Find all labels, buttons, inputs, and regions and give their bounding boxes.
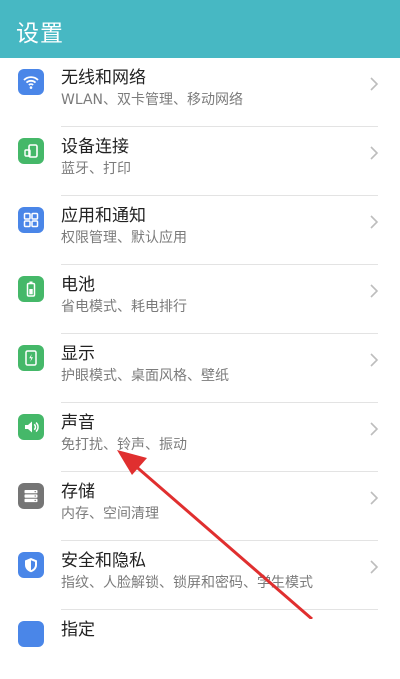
settings-item-subtitle: 免打扰、铃声、振动 — [61, 437, 187, 453]
settings-item-subtitle: WLAN、双卡管理、移动网络 — [61, 92, 244, 108]
settings-item-partial[interactable]: 指定 — [0, 610, 400, 679]
page-title: 设置 — [16, 21, 64, 47]
shield-icon — [18, 552, 44, 578]
settings-item-label: 无线和网络 — [61, 68, 146, 88]
settings-item-security-privacy[interactable]: 安全和隐私 指纹、人脸解锁、锁屏和密码、学生模式 — [0, 541, 400, 610]
settings-item-label: 声音 — [61, 413, 95, 433]
settings-item-subtitle: 蓝牙、打印 — [61, 161, 131, 177]
chevron-right-icon — [370, 77, 379, 91]
battery-icon — [18, 276, 44, 302]
wifi-icon — [18, 69, 44, 95]
settings-item-device-connection[interactable]: 设备连接 蓝牙、打印 — [0, 127, 400, 196]
settings-item-label: 存储 — [61, 482, 95, 502]
chevron-right-icon — [370, 284, 379, 298]
settings-item-subtitle: 权限管理、默认应用 — [61, 230, 187, 246]
chevron-right-icon — [370, 422, 379, 436]
device-connect-icon — [18, 138, 44, 164]
apps-grid-icon — [18, 207, 44, 233]
chevron-right-icon — [370, 491, 379, 505]
settings-item-apps-notifications[interactable]: 应用和通知 权限管理、默认应用 — [0, 196, 400, 265]
settings-item-battery[interactable]: 电池 省电模式、耗电排行 — [0, 265, 400, 334]
settings-item-label: 电池 — [61, 275, 95, 295]
speaker-icon — [18, 414, 44, 440]
settings-item-subtitle: 内存、空间清理 — [61, 506, 159, 522]
settings-item-label: 显示 — [61, 344, 95, 364]
settings-item-display[interactable]: 显示 护眼模式、桌面风格、壁纸 — [0, 334, 400, 403]
settings-item-subtitle: 指纹、人脸解锁、锁屏和密码、学生模式 — [61, 575, 313, 591]
settings-item-label: 设备连接 — [61, 137, 129, 157]
chevron-right-icon — [370, 560, 379, 574]
next-item-icon — [18, 621, 44, 647]
settings-item-label: 应用和通知 — [61, 206, 146, 226]
chevron-right-icon — [370, 353, 379, 367]
settings-item-subtitle: 省电模式、耗电排行 — [61, 299, 187, 315]
settings-list: 无线和网络 WLAN、双卡管理、移动网络 设备连接 蓝牙、打印 应用和通知 权限… — [0, 58, 400, 679]
settings-item-subtitle: 护眼模式、桌面风格、壁纸 — [61, 368, 229, 384]
chevron-right-icon — [370, 146, 379, 160]
chevron-right-icon — [370, 215, 379, 229]
app-header: 设置 — [0, 0, 400, 58]
settings-item-wireless-network[interactable]: 无线和网络 WLAN、双卡管理、移动网络 — [0, 58, 400, 127]
display-icon — [18, 345, 44, 371]
settings-item-storage[interactable]: 存储 内存、空间清理 — [0, 472, 400, 541]
settings-item-sound[interactable]: 声音 免打扰、铃声、振动 — [0, 403, 400, 472]
settings-item-label: 安全和隐私 — [61, 551, 146, 571]
storage-icon — [18, 483, 44, 509]
